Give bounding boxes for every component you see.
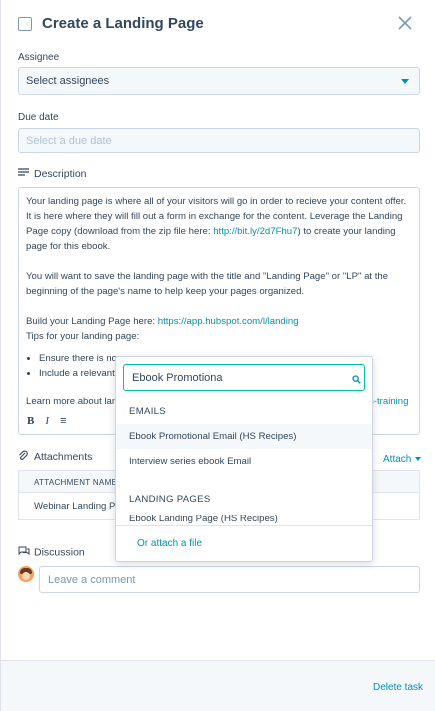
- avatar: [18, 566, 34, 582]
- assignee-select-value: Select assignees: [26, 75, 110, 87]
- chevron-down-icon: [401, 79, 409, 84]
- description-heading: Description: [18, 168, 87, 180]
- attach-search-input[interactable]: Ebook Promotiona: [123, 364, 365, 391]
- task-title[interactable]: Create a Landing Page: [42, 15, 204, 32]
- paperclip-icon: [18, 450, 30, 464]
- dropdown-option[interactable]: Interview series ebook Email: [116, 449, 372, 474]
- attach-dropdown-button[interactable]: Attach: [383, 454, 422, 465]
- bold-button[interactable]: B: [27, 414, 34, 429]
- assignee-label: Assignee: [18, 52, 60, 63]
- discussion-label: Discussion: [34, 546, 85, 559]
- description-paragraph: You will want to save the landing page w…: [26, 271, 389, 297]
- editor-toolbar: B I ≡: [27, 414, 75, 429]
- attach-dropdown: Ebook Promotiona EMAILS Ebook Promotiona…: [115, 356, 373, 562]
- search-icon[interactable]: [352, 373, 361, 384]
- landing-builder-link[interactable]: https://app.hubspot.com/l/landing: [158, 316, 299, 327]
- complete-task-checkbox[interactable]: [18, 17, 32, 31]
- description-label: Description: [34, 168, 87, 180]
- description-paragraph: Your landing page is where all of your v…: [26, 194, 412, 254]
- description-text: Build your Landing Page here:: [26, 316, 158, 327]
- due-date-label: Due date: [18, 112, 59, 123]
- delete-task-button[interactable]: Delete task: [373, 682, 423, 693]
- comment-input[interactable]: Leave a comment: [39, 566, 420, 593]
- task-panel: Create a Landing Page Assignee Select as…: [0, 0, 435, 711]
- attachments-heading: Attachments: [18, 450, 92, 464]
- assignee-select[interactable]: Select assignees: [18, 67, 420, 95]
- dropdown-footer: Or attach a file: [116, 525, 372, 561]
- discussion-heading: Discussion: [18, 546, 85, 559]
- attach-file-button[interactable]: Or attach a file: [137, 538, 202, 549]
- close-icon[interactable]: [397, 15, 413, 31]
- chat-icon: [18, 546, 30, 559]
- zip-file-link[interactable]: http://bit.ly/2d7Fhu7: [213, 226, 297, 237]
- italic-button[interactable]: I: [45, 414, 49, 429]
- list-button[interactable]: ≡: [60, 414, 66, 429]
- dropdown-option-label: Ebook Landing Page (HS Recipes): [129, 515, 278, 524]
- panel-footer: Delete task: [1, 660, 435, 711]
- training-link[interactable]: s-training: [369, 394, 408, 409]
- group-heading-landing-pages: LANDING PAGES: [129, 494, 211, 505]
- attach-search-value: Ebook Promotiona: [132, 372, 223, 384]
- attach-label: Attach: [383, 454, 412, 465]
- text-lines-icon: [18, 168, 30, 180]
- due-date-input[interactable]: [18, 128, 420, 153]
- task-header: Create a Landing Page: [1, 0, 435, 50]
- description-paragraph: Build your Landing Page here: https://ap…: [26, 314, 412, 329]
- group-heading-emails: EMAILS: [129, 406, 166, 417]
- avatar-face: [22, 572, 30, 580]
- attachments-label: Attachments: [34, 450, 93, 463]
- learn-more-text: Learn more about land: [26, 396, 123, 407]
- chevron-down-icon: [415, 457, 422, 462]
- dropdown-option[interactable]: Ebook Promotional Email (HS Recipes): [116, 424, 372, 449]
- dropdown-option-partial[interactable]: Ebook Landing Page (HS Recipes): [116, 515, 372, 525]
- description-paragraph: Tips for your landing page:: [26, 331, 140, 342]
